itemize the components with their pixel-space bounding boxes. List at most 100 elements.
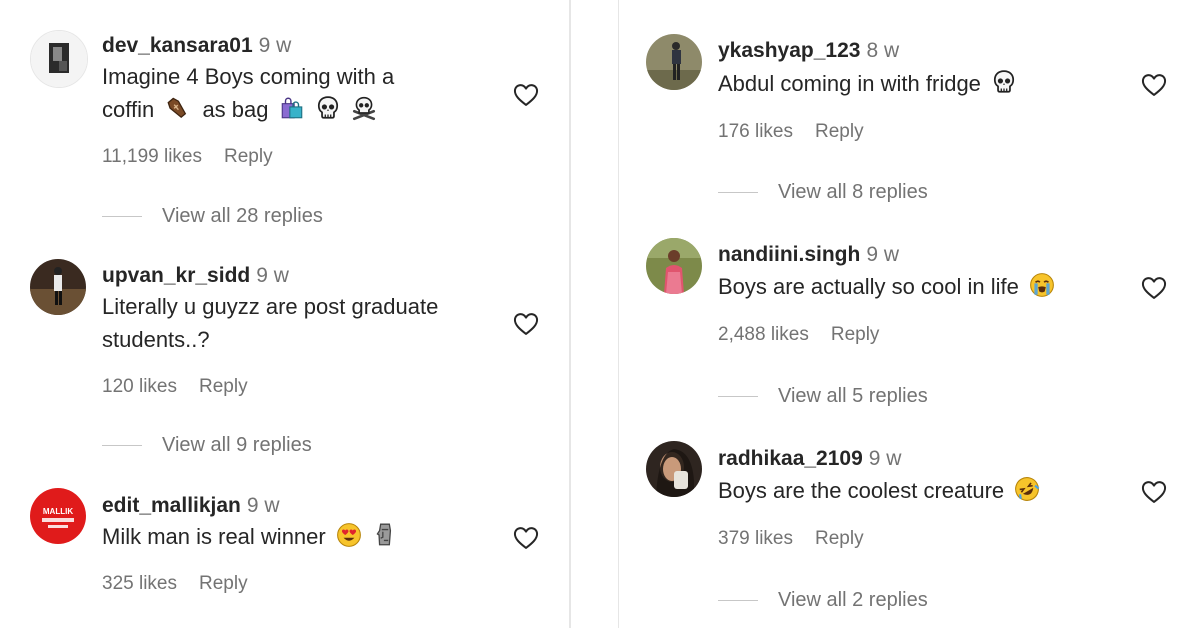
like-button[interactable] <box>511 310 541 338</box>
replies-divider-line <box>718 600 758 602</box>
avatar-image <box>646 34 702 90</box>
like-button[interactable] <box>511 81 541 109</box>
timestamp[interactable]: 8 w <box>866 39 899 62</box>
view-replies-label: View all 28 replies <box>162 205 323 227</box>
username[interactable]: upvan_kr_sidd <box>102 264 250 287</box>
view-replies-link[interactable]: View all 9 replies <box>102 433 312 457</box>
likes-count[interactable]: 2,488 likes <box>718 324 809 345</box>
username[interactable]: edit_mallikjan <box>102 494 241 517</box>
view-replies-link[interactable]: View all 2 replies <box>718 588 928 612</box>
comment-header: upvan_kr_sidd 9 w <box>102 264 289 288</box>
reply-button[interactable]: Reply <box>815 121 864 142</box>
timestamp[interactable]: 9 w <box>259 34 292 57</box>
avatar[interactable] <box>646 441 702 497</box>
panel-divider <box>569 0 571 628</box>
like-button[interactable] <box>1139 478 1169 506</box>
shopping-bags-emoji <box>279 95 305 121</box>
comment-meta: 176 likes Reply <box>718 121 864 143</box>
comments-panel-right: ykashyap_123 8 w Abdul coming in with fri… <box>620 0 1200 628</box>
heart-outline-icon <box>1139 478 1169 506</box>
avatar-image: MALLIK <box>30 488 86 544</box>
replies-divider-line <box>718 192 758 194</box>
likes-count[interactable]: 325 likes <box>102 573 177 594</box>
likes-count[interactable]: 176 likes <box>718 121 793 142</box>
reply-button[interactable]: Reply <box>199 376 248 397</box>
avatar-logo-text: MALLIK <box>43 507 73 516</box>
reply-button[interactable]: Reply <box>831 324 880 345</box>
view-replies-link[interactable]: View all 28 replies <box>102 204 323 228</box>
heart-outline-icon <box>1139 71 1169 99</box>
comment-meta: 11,199 likes Reply <box>102 146 273 168</box>
replies-divider-line <box>718 396 758 398</box>
reply-button[interactable]: Reply <box>224 146 273 167</box>
view-replies-label: View all 5 replies <box>778 385 928 407</box>
comment-header: nandiini.singh 9 w <box>718 243 899 267</box>
like-button[interactable] <box>1139 274 1169 302</box>
comment-line: coffin as bag <box>102 93 394 126</box>
comment-line-text: coffin <box>102 97 155 122</box>
rolling-on-floor-laughing-emoji <box>1014 476 1040 502</box>
avatar[interactable]: MALLIK <box>30 488 86 544</box>
heart-outline-icon <box>511 524 541 552</box>
avatar[interactable] <box>646 34 702 90</box>
comment-text: Abdul coming in with fridge <box>718 67 1017 100</box>
comment-header: radhikaa_2109 9 w <box>718 447 901 471</box>
comment-text: Boys are actually so cool in life <box>718 270 1055 303</box>
like-button[interactable] <box>1139 71 1169 99</box>
reply-button[interactable]: Reply <box>815 528 864 549</box>
comment-header: edit_mallikjan 9 w <box>102 494 280 518</box>
avatar[interactable] <box>30 259 86 315</box>
view-replies-link[interactable]: View all 5 replies <box>718 384 928 408</box>
timestamp[interactable]: 9 w <box>247 494 280 517</box>
comment-text: Literally u guyzz are post graduate stud… <box>102 290 438 356</box>
replies-divider-line <box>102 216 142 218</box>
comment-line-text: as bag <box>202 97 269 122</box>
comment-meta: 379 likes Reply <box>718 528 864 550</box>
replies-divider-line <box>102 445 142 447</box>
view-replies-label: View all 2 replies <box>778 589 928 611</box>
moai-emoji <box>372 522 398 548</box>
comment-line: Literally u guyzz are post graduate <box>102 294 439 319</box>
comment-line: students..? <box>102 327 210 352</box>
loudly-crying-emoji <box>1029 272 1055 298</box>
comment-meta: 325 likes Reply <box>102 573 248 595</box>
avatar-image <box>30 259 86 315</box>
comment-meta: 120 likes Reply <box>102 376 248 398</box>
avatar-image <box>646 441 702 497</box>
comment-header: dev_kansara01 9 w <box>102 34 291 58</box>
like-button[interactable] <box>511 524 541 552</box>
skull-and-crossbones-emoji <box>351 95 377 121</box>
comment-header: ykashyap_123 8 w <box>718 39 899 63</box>
timestamp[interactable]: 9 w <box>869 447 902 470</box>
username[interactable]: radhikaa_2109 <box>718 447 863 470</box>
comment-text: Milk man is real winner <box>102 520 398 553</box>
comment-line: Abdul coming in with fridge <box>718 71 981 96</box>
skull-emoji <box>315 95 341 121</box>
username[interactable]: nandiini.singh <box>718 243 860 266</box>
heart-outline-icon <box>511 310 541 338</box>
comment-line: Milk man is real winner <box>102 524 326 549</box>
heart-outline-icon <box>511 81 541 109</box>
view-replies-label: View all 8 replies <box>778 181 928 203</box>
coffin-emoji <box>164 95 190 121</box>
skull-emoji <box>991 69 1017 95</box>
comment-meta: 2,488 likes Reply <box>718 324 879 346</box>
avatar-image <box>31 31 87 87</box>
avatar-image <box>646 238 702 294</box>
timestamp[interactable]: 9 w <box>866 243 899 266</box>
avatar[interactable] <box>646 238 702 294</box>
heart-outline-icon <box>1139 274 1169 302</box>
comment-line: Imagine 4 Boys coming with a <box>102 64 395 89</box>
avatar[interactable] <box>30 30 88 88</box>
likes-count[interactable]: 379 likes <box>718 528 793 549</box>
view-replies-link[interactable]: View all 8 replies <box>718 180 928 204</box>
comment-text: Imagine 4 Boys coming with a coffin as b… <box>102 60 394 126</box>
timestamp[interactable]: 9 w <box>256 264 289 287</box>
username[interactable]: dev_kansara01 <box>102 34 253 57</box>
username[interactable]: ykashyap_123 <box>718 39 860 62</box>
likes-count[interactable]: 11,199 likes <box>102 146 202 167</box>
comments-panel-left: dev_kansara01 9 w Imagine 4 Boys coming w… <box>0 0 568 628</box>
likes-count[interactable]: 120 likes <box>102 376 177 397</box>
panel-divider-right <box>618 0 619 628</box>
reply-button[interactable]: Reply <box>199 573 248 594</box>
